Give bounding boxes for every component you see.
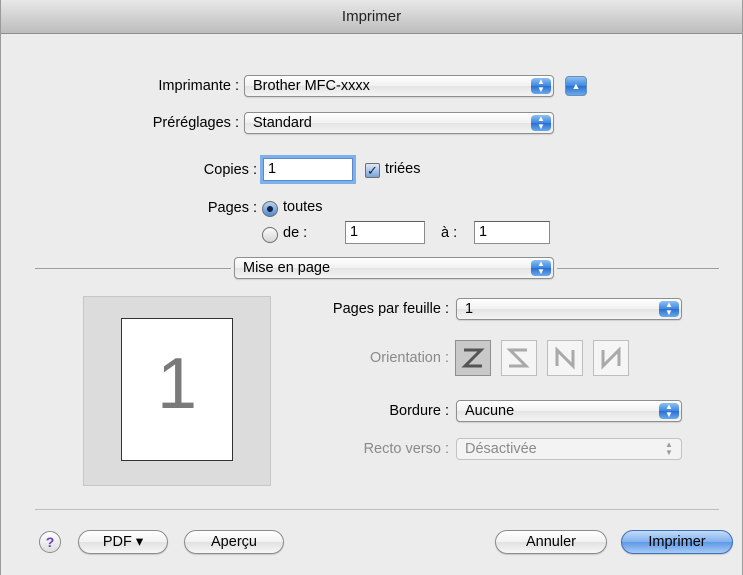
presets-value: Standard — [253, 115, 312, 131]
pages-all-label: toutes — [283, 199, 323, 215]
printer-label: Imprimante : — [158, 78, 239, 94]
copies-field[interactable]: 1 — [263, 158, 353, 181]
section-divider-right — [557, 268, 719, 269]
preview-button[interactable]: Aperçu — [184, 530, 284, 554]
pages-all-radio[interactable] — [262, 201, 278, 217]
border-label: Bordure : — [389, 403, 449, 419]
duplex-select: Désactivée ▲ ▼ — [456, 438, 682, 460]
pages-from-field[interactable]: 1 — [345, 221, 425, 244]
pages-per-sheet-select[interactable]: 1 ▲ ▼ — [456, 298, 682, 320]
pages-to-field[interactable]: 1 — [474, 221, 550, 244]
pages-from-label: de : — [283, 225, 308, 241]
updown-arrows-icon: ▲ ▼ — [531, 78, 551, 94]
reverse-n-order-icon — [601, 346, 621, 370]
printer-select[interactable]: Brother MFC-xxxx ▲ ▼ — [244, 75, 554, 97]
pages-per-sheet-label: Pages par feuille : — [332, 301, 449, 317]
help-button[interactable]: ? — [39, 531, 61, 553]
reverse-z-order-icon — [506, 348, 530, 368]
collapse-details-button[interactable]: ▲ — [565, 76, 587, 96]
duplex-value: Désactivée — [465, 441, 537, 457]
updown-arrows-icon: ▲ ▼ — [531, 260, 551, 276]
duplex-label: Recto verso : — [363, 441, 449, 457]
bottom-divider — [35, 509, 719, 510]
preview-page-number: 1 — [156, 344, 198, 424]
pages-label: Pages : — [207, 200, 257, 216]
updown-arrows-icon: ▲ ▼ — [659, 403, 679, 419]
presets-select[interactable]: Standard ▲ ▼ — [244, 112, 554, 134]
print-button[interactable]: Imprimer — [621, 530, 733, 554]
copies-label: Copies : — [203, 162, 257, 178]
presets-label: Préréglages : — [152, 115, 239, 131]
section-divider-left — [35, 268, 231, 269]
orientation-n-button[interactable] — [547, 340, 583, 376]
collated-checkbox[interactable]: ✓ — [365, 163, 380, 178]
border-value: Aucune — [465, 403, 515, 419]
collated-label: triées — [385, 161, 421, 177]
section-select[interactable]: Mise en page ▲ ▼ — [234, 257, 554, 279]
orientation-label: Orientation : — [370, 350, 449, 366]
orientation-reverse-z-button[interactable] — [501, 340, 537, 376]
pages-to-label: à : — [441, 225, 458, 241]
z-order-icon — [461, 348, 485, 368]
updown-arrows-icon: ▲ ▼ — [665, 440, 673, 457]
pages-range-radio[interactable] — [262, 227, 278, 243]
checkmark-icon: ✓ — [367, 163, 378, 178]
orientation-z-button[interactable] — [455, 340, 491, 376]
border-select[interactable]: Aucune ▲ ▼ — [456, 400, 682, 422]
cancel-button[interactable]: Annuler — [495, 530, 607, 554]
question-mark-icon: ? — [45, 534, 55, 550]
updown-arrows-icon: ▲ ▼ — [659, 301, 679, 317]
n-order-icon — [555, 346, 575, 370]
updown-arrows-icon: ▲ ▼ — [531, 115, 551, 131]
printer-value: Brother MFC-xxxx — [253, 78, 370, 94]
triangle-up-icon: ▲ — [571, 81, 581, 91]
print-dialog: Imprimer Imprimante : Brother MFC-xxxx ▲… — [0, 0, 743, 575]
orientation-reverse-n-button[interactable] — [593, 340, 629, 376]
pages-per-sheet-value: 1 — [465, 301, 474, 317]
section-value: Mise en page — [243, 260, 331, 276]
pdf-menu-button[interactable]: PDF ▾ — [78, 530, 168, 554]
window-title: Imprimer — [1, 0, 742, 34]
